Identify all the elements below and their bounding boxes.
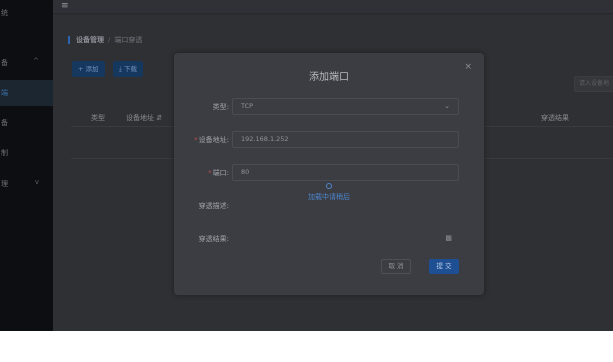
sidebar-item-label: 统 <box>1 9 8 17</box>
breadcrumb-separator: / <box>108 36 111 44</box>
add-port-dialog: 添加端口 × 类型: TCP ⌄ *设备地址: 192.168.1.252 *端… <box>174 53 484 295</box>
loading-indicator: 加载中请稍后 <box>174 183 484 202</box>
column-header-address[interactable]: 设备地址 ⇵ <box>126 113 162 123</box>
page-bottom <box>0 331 613 362</box>
sidebar-item-device-2[interactable]: 备 <box>0 110 53 136</box>
download-button[interactable]: ⤓ 下载 <box>113 61 143 77</box>
breadcrumb-accent <box>68 36 70 44</box>
sidebar-item-label: 端 <box>1 89 8 97</box>
sidebar-item-device[interactable]: 备 ^ <box>0 50 53 76</box>
top-bar: ≡ <box>53 0 613 14</box>
type-value: TCP <box>241 102 254 110</box>
address-input[interactable]: 192.168.1.252 <box>232 131 459 148</box>
loading-text: 加载中请稍后 <box>308 193 350 201</box>
chevron-up-icon: ^ <box>33 57 39 65</box>
port-label: *端口: <box>208 169 229 177</box>
breadcrumb-current[interactable]: 设备管理 <box>76 36 104 44</box>
column-header-result: 穿透结果 <box>541 114 569 122</box>
clipboard-icon[interactable]: ▩ <box>445 231 452 246</box>
breadcrumb-page: 端口穿透 <box>114 36 143 44</box>
result-input[interactable]: ▩ <box>232 230 459 247</box>
chevron-down-icon: v <box>34 178 39 186</box>
description-label: 穿透描述: <box>198 202 229 210</box>
port-value: 80 <box>241 168 250 176</box>
sidebar-item-label: 理 <box>1 180 8 188</box>
add-button[interactable]: + 添加 <box>72 61 105 77</box>
sidebar-item-label: 制 <box>1 149 8 157</box>
sidebar-item-system[interactable]: 统 <box>0 0 53 26</box>
address-label: *设备地址: <box>194 136 229 144</box>
submit-button[interactable]: 提 交 <box>429 259 459 274</box>
sidebar-item-port[interactable]: 端 <box>0 80 53 106</box>
close-icon[interactable]: × <box>464 62 472 72</box>
address-value: 192.168.1.252 <box>241 135 289 143</box>
chevron-down-icon: ⌄ <box>444 102 450 110</box>
sidebar-item-label: 备 <box>1 119 8 127</box>
breadcrumb: 设备管理 / 端口穿透 <box>68 35 142 45</box>
cancel-button[interactable]: 取 消 <box>381 259 411 274</box>
dialog-title: 添加端口 <box>309 72 349 83</box>
search-input[interactable]: 请入设备地 <box>574 76 613 92</box>
spinner-icon <box>326 183 332 189</box>
sidebar-item-manage[interactable]: 理 v <box>0 171 53 197</box>
sidebar-item-label: 备 <box>1 59 8 67</box>
port-input[interactable]: 80 <box>232 164 459 181</box>
type-label: 类型: <box>212 103 229 111</box>
type-select[interactable]: TCP ⌄ <box>232 98 459 115</box>
column-header-type: 类型 <box>91 114 105 122</box>
sidebar-item-control[interactable]: 制 <box>0 140 53 166</box>
menu-icon[interactable]: ≡ <box>61 1 69 11</box>
result-label: 穿透结果: <box>198 235 229 243</box>
sidebar: 统 备 ^ 端 备 制 理 v <box>0 0 53 331</box>
